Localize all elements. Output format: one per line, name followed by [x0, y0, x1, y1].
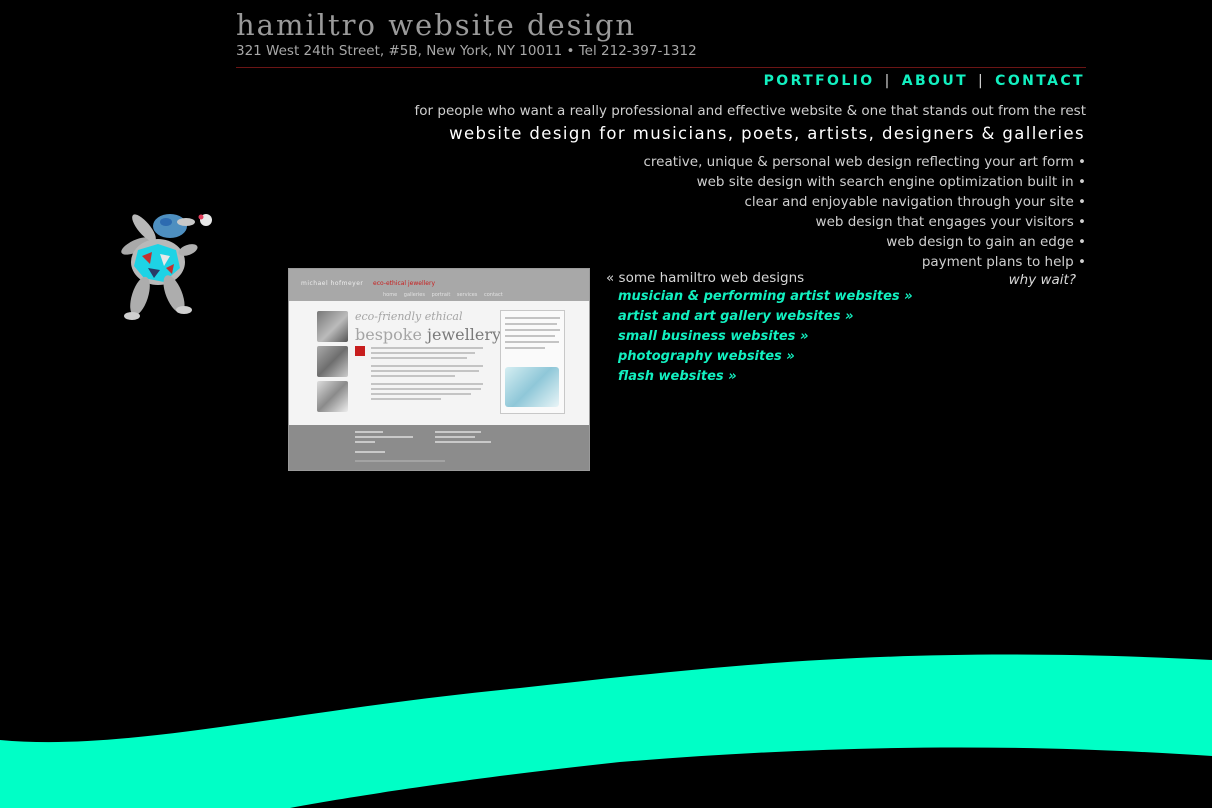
thumbnail-body: eco-friendly ethical bespoke jewellery — [289, 301, 589, 425]
feature-item: creative, unique & personal web design r… — [643, 154, 1087, 170]
portfolio-thumbnail[interactable]: michael hofmeyer eco-ethical jewellery h… — [288, 268, 590, 471]
thumbnail-text-line — [371, 398, 441, 400]
thumbnail-quote-box — [500, 310, 565, 414]
thumbnail-text-line — [371, 375, 455, 377]
nav-contact-link[interactable]: CONTACT — [995, 73, 1085, 89]
header-divider — [236, 67, 1086, 68]
feature-item: clear and enjoyable navigation through y… — [744, 194, 1086, 210]
thumbnail-text-line — [371, 383, 483, 385]
jewellery-photo — [317, 346, 348, 377]
link-photography-websites[interactable]: photography websites » — [618, 347, 913, 367]
page-subheading: website design for musicians, poets, art… — [449, 124, 1085, 143]
feature-item: payment plans to help • — [921, 254, 1086, 270]
feature-item: web design that engages your visitors • — [815, 214, 1086, 230]
contact-address: 321 West 24th Street, #5B, New York, NY … — [236, 43, 697, 59]
thumbnail-footer — [289, 425, 589, 470]
thumbnail-heading: bespoke jewellery — [355, 325, 501, 344]
thumbnail-ring-photo — [505, 367, 559, 407]
link-flash-websites[interactable]: flash websites » — [618, 367, 913, 387]
feature-item: web design to gain an edge • — [886, 234, 1086, 250]
main-nav: PORTFOLIO | ABOUT | CONTACT — [764, 73, 1085, 89]
link-artist-gallery-websites[interactable]: artist and art gallery websites » — [618, 307, 913, 327]
site-logo-text[interactable]: hamiltro website design — [236, 8, 636, 42]
nav-about-link[interactable]: ABOUT — [902, 73, 968, 89]
tagline: for people who want a really professiona… — [414, 103, 1086, 119]
thumbnail-red-square — [355, 346, 365, 356]
nav-portfolio-link[interactable]: PORTFOLIO — [764, 73, 875, 89]
web-designs-heading[interactable]: « some hamiltro web designs — [606, 270, 913, 286]
thumbnail-text-line — [371, 365, 483, 367]
link-small-business-websites[interactable]: small business websites » — [618, 327, 913, 347]
thumbnail-site-tag: eco-ethical jewellery — [373, 280, 436, 287]
thumbnail-menu: home galleries portrait services contact — [383, 292, 503, 298]
thumbnail-text-line — [371, 388, 481, 390]
thumbnail-site-name: michael hofmeyer — [301, 280, 364, 287]
rabbit-mascot-illustration — [118, 206, 218, 332]
nav-separator: | — [884, 73, 892, 89]
web-designs-section: « some hamiltro web designs musician & p… — [606, 270, 913, 387]
why-wait-text: why wait? — [1008, 272, 1076, 288]
thumbnail-header: michael hofmeyer eco-ethical jewellery h… — [289, 269, 589, 301]
thumbnail-text-line — [371, 357, 467, 359]
decorative-wave — [0, 654, 1212, 808]
nav-separator: | — [978, 73, 986, 89]
link-musician-websites[interactable]: musician & performing artist websites » — [618, 287, 913, 307]
thumbnail-text-line — [371, 393, 471, 395]
feature-list: creative, unique & personal web design r… — [644, 152, 1087, 272]
thumbnail-text-line — [371, 370, 479, 372]
thumbnail-text-line — [371, 352, 475, 354]
jewellery-photo — [317, 381, 348, 412]
feature-item: web site design with search engine optim… — [696, 174, 1086, 190]
thumbnail-heading-part: jewellery — [427, 325, 502, 344]
thumbnail-text-line — [371, 347, 483, 349]
thumbnail-heading-part: bespoke — [355, 325, 428, 344]
thumbnail-heading: eco-friendly ethical — [355, 310, 463, 323]
jewellery-photo — [317, 311, 348, 342]
